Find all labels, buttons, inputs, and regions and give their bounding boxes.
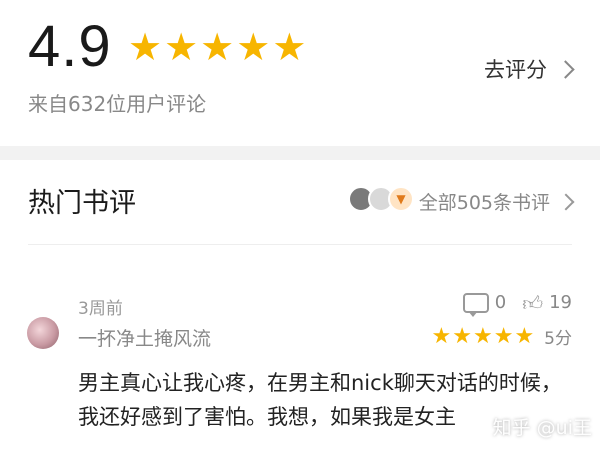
- star-icon: ★: [200, 25, 235, 69]
- reviewer-avatars: ▼: [348, 186, 414, 212]
- all-reviews-label: 全部505条书评: [418, 192, 550, 214]
- star-icon: ★: [472, 323, 493, 349]
- comment-count: 0: [494, 292, 507, 313]
- avatar[interactable]: [27, 317, 59, 349]
- review-rating: ★ ★ ★ ★ ★ 5分: [432, 324, 573, 349]
- like-count: 19: [549, 292, 572, 313]
- hot-reviews-header: 热门书评 ▼ 全部505条书评: [0, 160, 600, 244]
- section-divider: [0, 146, 600, 160]
- rate-button[interactable]: 去评分: [484, 54, 575, 84]
- review-time: 3周前: [78, 299, 123, 319]
- star-icon: ★: [514, 323, 535, 349]
- star-icon: ★: [272, 25, 307, 69]
- thumbs-up-icon: 👍︎: [522, 290, 544, 315]
- review-actions: 0 👍︎ 19: [462, 292, 572, 317]
- rating-summary: 4.9 ★ ★ ★ ★ ★ 去评分 来自632位用户评论: [0, 0, 600, 146]
- carrot-avatar-icon: ▼: [388, 186, 414, 212]
- comment-icon: [462, 292, 489, 317]
- comment-button[interactable]: 0: [462, 292, 507, 317]
- star-icon: ★: [128, 25, 163, 69]
- star-icon: ★: [164, 25, 199, 69]
- section-title: 热门书评: [28, 188, 136, 219]
- chevron-right-icon: [557, 193, 575, 210]
- rate-button-label: 去评分: [484, 58, 547, 82]
- rating-stars: ★ ★ ★ ★ ★: [128, 27, 306, 67]
- rating-count: 来自632位用户评论: [28, 92, 207, 116]
- all-reviews-link[interactable]: 全部505条书评: [418, 188, 575, 215]
- star-icon: ★: [236, 25, 271, 69]
- rating-score: 4.9: [28, 14, 112, 79]
- divider: [28, 244, 572, 245]
- review-stars: ★ ★ ★ ★ ★: [431, 323, 535, 349]
- star-icon: ★: [431, 323, 452, 349]
- star-icon: ★: [493, 323, 514, 349]
- like-button[interactable]: 👍︎ 19: [522, 292, 572, 313]
- watermark: 知乎 @ui王: [492, 417, 592, 439]
- review-score: 5分: [544, 329, 572, 349]
- chevron-right-icon: [556, 59, 575, 79]
- reviewer-name[interactable]: 一抔净土掩风流: [78, 324, 211, 351]
- star-icon: ★: [452, 323, 472, 349]
